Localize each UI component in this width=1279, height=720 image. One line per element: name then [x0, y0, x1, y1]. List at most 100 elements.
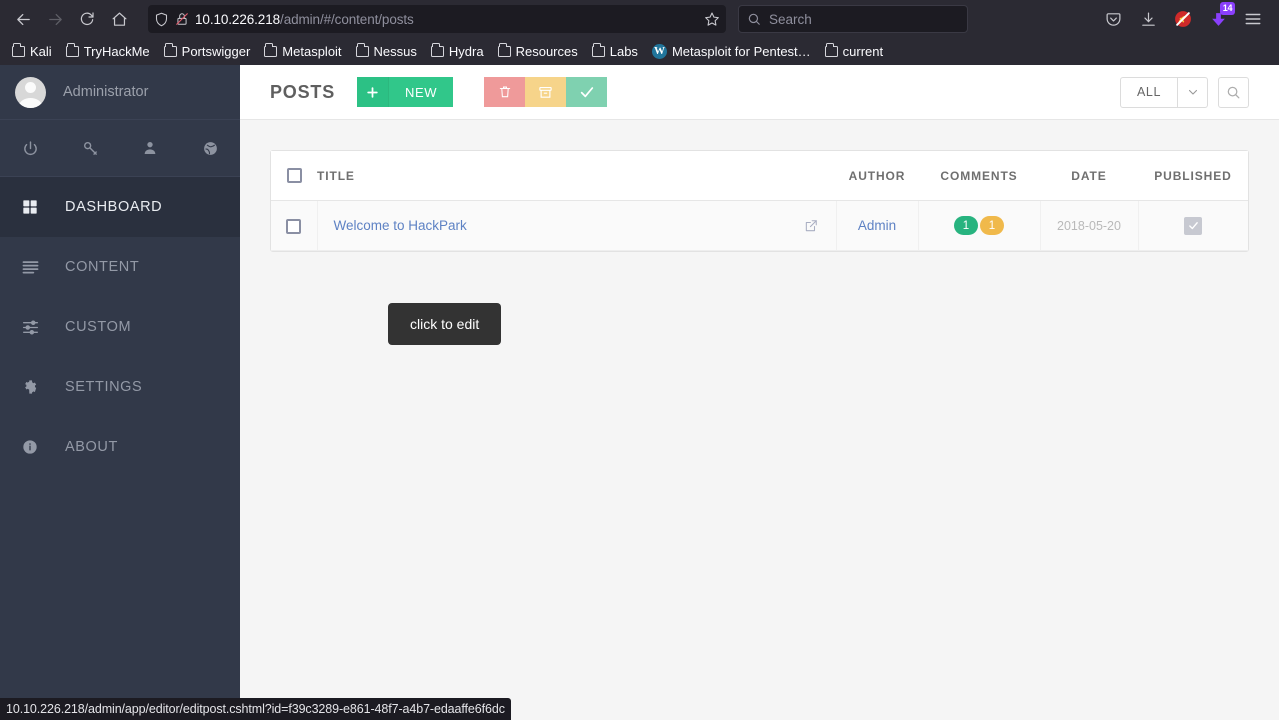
folder-icon [591, 43, 605, 57]
bookmark-label: Hydra [448, 44, 484, 59]
download-icon[interactable] [1132, 4, 1164, 34]
bookmark-label: Resources [515, 44, 578, 59]
url-path: /admin/#/content/posts [280, 11, 414, 27]
sidebar-item-label: ABOUT [65, 439, 118, 455]
shield-icon[interactable] [154, 12, 169, 27]
post-title-link[interactable]: Welcome to HackPark [334, 218, 467, 233]
add-post-button[interactable] [357, 77, 389, 107]
bookmark-resources[interactable]: Resources [492, 41, 584, 62]
new-button[interactable]: NEW [388, 77, 454, 107]
chevron-down-icon[interactable] [1177, 77, 1207, 107]
bookmark-tryhackme[interactable]: TryHackMe [60, 41, 156, 62]
sidebar-user-block[interactable]: Administrator [0, 65, 240, 120]
bookmark-portswigger[interactable]: Portswigger [158, 41, 257, 62]
page-header: POSTS NEW ALL [240, 65, 1279, 120]
gear-icon [20, 379, 40, 395]
user-icon[interactable] [120, 140, 180, 156]
published-checkbox[interactable] [1184, 216, 1203, 235]
bookmark-metasploit[interactable]: Metasploit [258, 41, 347, 62]
row-checkbox[interactable] [286, 218, 302, 234]
archive-button[interactable] [525, 77, 567, 107]
bookmark-label: Labs [609, 44, 638, 59]
star-icon[interactable] [704, 11, 720, 27]
select-all-header [271, 151, 317, 202]
sidebar-item-content[interactable]: CONTENT [0, 237, 240, 297]
bookmark-metasploit-for-pentesters[interactable]: W Metasploit for Pentest… [646, 41, 817, 62]
sidebar-item-settings[interactable]: SETTINGS [0, 357, 240, 417]
author-link[interactable]: Admin [858, 218, 896, 233]
sidebar-item-about[interactable]: ABOUT [0, 417, 240, 477]
folder-icon [824, 43, 838, 57]
folder-icon [497, 43, 511, 57]
url-text[interactable]: 10.10.226.218/admin/#/content/posts [195, 12, 698, 27]
column-published[interactable]: PUBLISHED [1138, 151, 1248, 202]
column-comments[interactable]: COMMENTS [918, 151, 1040, 202]
sidebar-user-name: Administrator [63, 84, 149, 100]
lock-crossed-icon[interactable] [175, 12, 189, 26]
info-icon [20, 439, 40, 455]
search-icon [1226, 85, 1241, 100]
hamburger-menu-icon[interactable] [1237, 4, 1269, 34]
bookmark-label: Metasploit [282, 44, 342, 59]
url-bar[interactable]: 10.10.226.218/admin/#/content/posts [148, 5, 726, 33]
key-icon[interactable] [60, 140, 120, 157]
row-comments-cell[interactable]: 11 [917, 200, 1040, 252]
noscript-icon[interactable] [1167, 4, 1199, 34]
browser-status-bar: 10.10.226.218/admin/app/editor/editpost.… [0, 698, 511, 720]
sidebar-item-label: CUSTOM [65, 319, 132, 335]
bookmark-label: TryHackMe [83, 44, 150, 59]
sidebar-item-dashboard[interactable]: DASHBOARD [0, 177, 240, 237]
extension-icon[interactable]: 14 [1202, 2, 1235, 34]
search-button[interactable] [1218, 76, 1249, 108]
reload-button[interactable] [72, 4, 102, 34]
comments-pending-badge[interactable]: 1 [980, 216, 1004, 236]
posts-card: TITLE AUTHOR COMMENTS DATE PUBLISHED Wel… [270, 150, 1249, 253]
folder-icon [65, 43, 79, 57]
bookmark-label: Nessus [373, 44, 417, 59]
table-row[interactable]: Welcome to HackPark Admin 11 2018-05-20 [271, 200, 1248, 252]
forward-button[interactable] [40, 4, 70, 34]
column-title[interactable]: TITLE [317, 151, 836, 202]
archive-icon [538, 85, 553, 100]
filter-select[interactable]: ALL [1119, 76, 1208, 108]
bookmark-label: Kali [30, 44, 52, 59]
header-right-controls: ALL [1119, 76, 1249, 108]
list-icon [20, 260, 40, 274]
bookmark-kali[interactable]: Kali [6, 41, 58, 62]
avatar [15, 76, 46, 108]
power-icon[interactable] [0, 140, 60, 157]
browser-search-bar[interactable]: Search [738, 5, 968, 33]
select-all-checkbox[interactable] [286, 168, 302, 184]
post-date: 2018-05-20 [1057, 219, 1121, 234]
browser-nav-bar: 10.10.226.218/admin/#/content/posts Sear… [0, 0, 1279, 38]
row-author-cell[interactable]: Admin [835, 200, 918, 252]
pocket-icon[interactable] [1097, 4, 1129, 34]
status-path: /admin/app/editor/editpost.cshtml?id=f39… [84, 702, 505, 716]
sidebar-item-custom[interactable]: CUSTOM [0, 297, 240, 357]
home-button[interactable] [104, 4, 134, 34]
publish-button[interactable] [566, 77, 608, 107]
bookmark-hydra[interactable]: Hydra [425, 41, 490, 62]
globe-icon[interactable] [180, 140, 240, 157]
column-author[interactable]: AUTHOR [836, 151, 918, 202]
browser-search-placeholder: Search [769, 11, 812, 27]
bookmark-current[interactable]: current [819, 41, 889, 62]
bookmark-label: current [842, 44, 884, 59]
action-buttons: NEW [357, 77, 608, 107]
column-date[interactable]: DATE [1040, 151, 1138, 202]
posts-table: TITLE AUTHOR COMMENTS DATE PUBLISHED Wel… [271, 151, 1248, 252]
sidebar-item-label: DASHBOARD [65, 199, 163, 215]
click-to-edit-tooltip: click to edit [388, 303, 502, 345]
bookmark-labs[interactable]: Labs [586, 41, 644, 62]
bookmark-nessus[interactable]: Nessus [350, 41, 423, 62]
row-published-cell [1137, 200, 1248, 252]
back-button[interactable] [8, 4, 38, 34]
row-title-cell[interactable]: Welcome to HackPark [316, 200, 836, 252]
app-root: Administrator DASHBOARD CONTENT CUSTOM S… [0, 65, 1279, 720]
delete-button[interactable] [484, 77, 526, 107]
comments-approved-badge[interactable]: 1 [954, 216, 978, 236]
external-link-icon[interactable] [804, 219, 818, 233]
folder-icon [163, 43, 177, 57]
row-select-cell [271, 200, 317, 252]
filter-select-value: ALL [1136, 85, 1161, 99]
